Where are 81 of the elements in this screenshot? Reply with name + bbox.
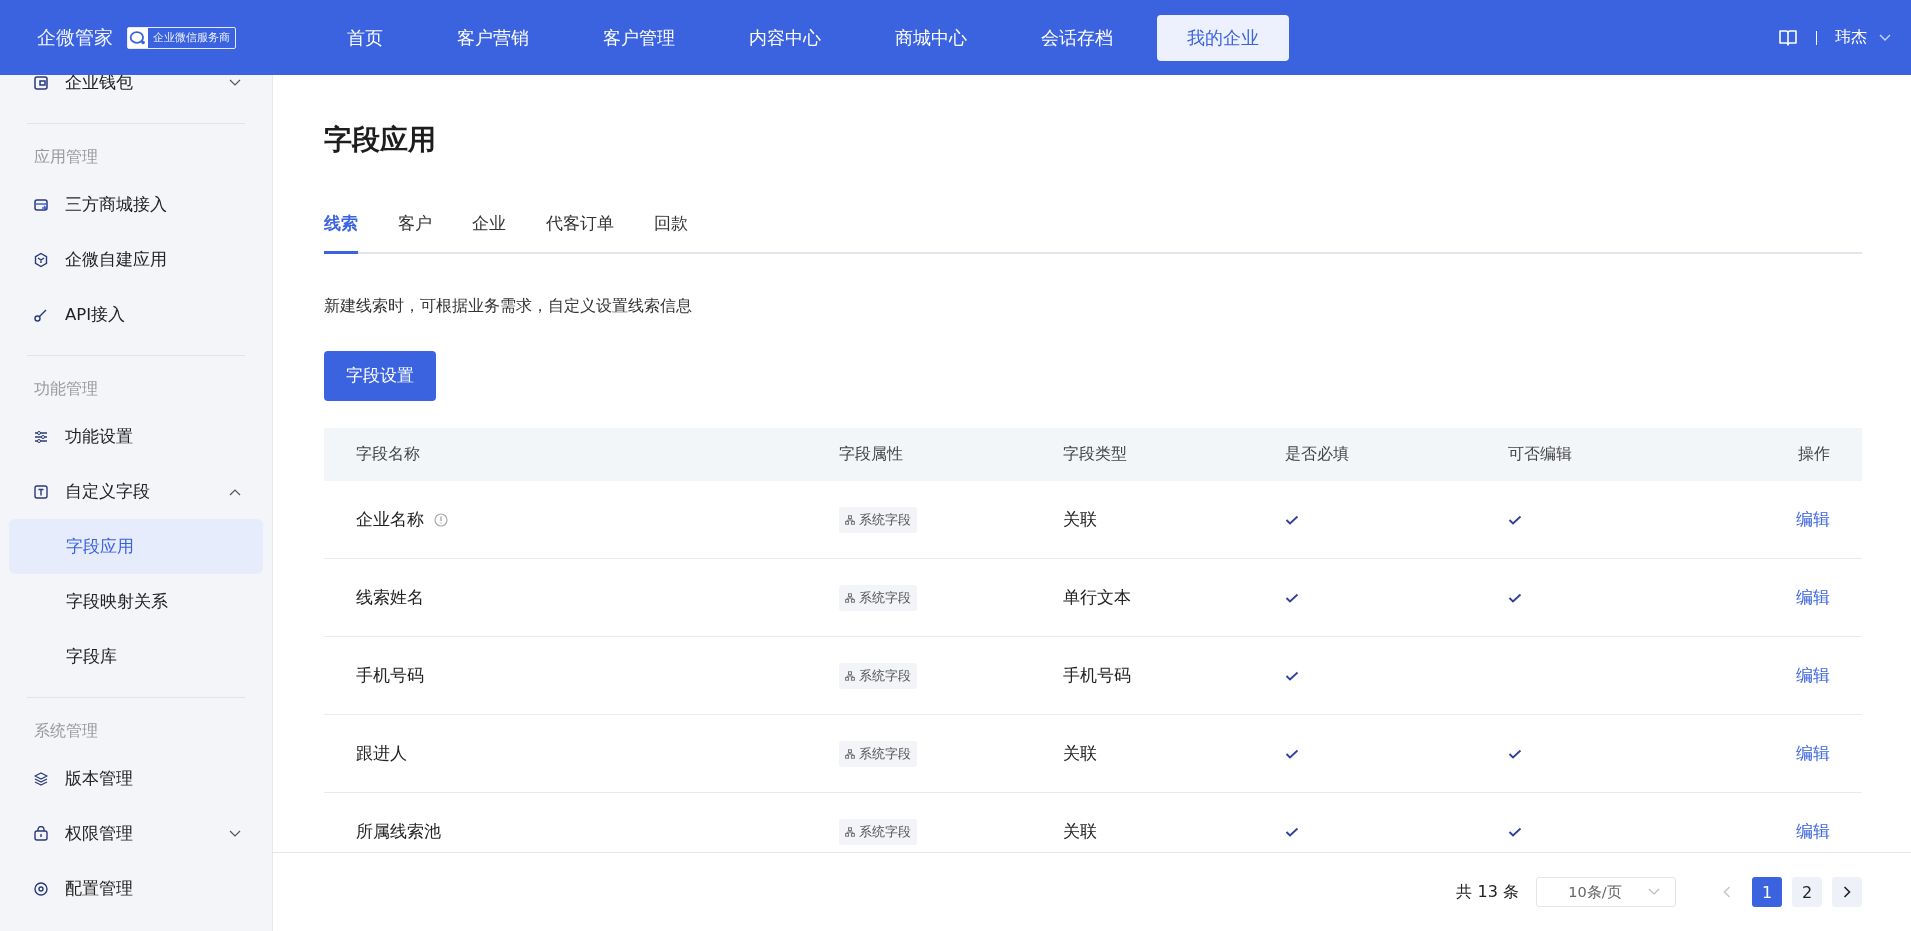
tab[interactable]: 客户 — [398, 206, 432, 255]
column-header: 字段属性 — [839, 444, 904, 466]
chevron-left-icon — [1723, 886, 1731, 898]
sidebar-item[interactable]: 配置管理 — [0, 861, 272, 916]
edit-link[interactable]: 编辑 — [1796, 508, 1830, 532]
table-cell: 跟进人 — [356, 742, 407, 765]
edit-link[interactable]: 编辑 — [1796, 820, 1830, 844]
column-header: 操作 — [1798, 444, 1830, 466]
total-count: 共 13 条 — [1456, 881, 1519, 903]
caret-icon — [1647, 888, 1660, 896]
text-box-icon — [33, 483, 49, 500]
info-icon[interactable] — [434, 512, 448, 527]
table-cell: 关联 — [1063, 742, 1097, 765]
table-cell: 单行文本 — [1063, 586, 1131, 609]
edit-link[interactable]: 编辑 — [1796, 664, 1830, 688]
section-heading: 系统管理 — [33, 719, 99, 742]
page-button[interactable]: 1 — [1752, 877, 1782, 907]
edit-link[interactable]: 编辑 — [1796, 586, 1830, 610]
hierarchy-icon — [845, 748, 855, 759]
tab[interactable]: 线索 — [324, 206, 358, 255]
section-heading: 功能管理 — [33, 377, 99, 400]
section-heading: 应用管理 — [33, 145, 99, 168]
sidebar-item[interactable]: API接入 — [0, 287, 272, 342]
field-settings-button[interactable]: 字段设置 — [324, 351, 436, 402]
user-menu[interactable]: 玮杰 — [1835, 27, 1867, 48]
tab[interactable]: 代客订单 — [546, 206, 614, 255]
nav-tab[interactable]: 内容中心 — [725, 14, 845, 61]
sidebar-subitem[interactable]: 字段库 — [9, 629, 263, 684]
nav-tab[interactable]: 首页 — [323, 14, 407, 61]
system-field-tag: 系统字段 — [839, 818, 917, 845]
brand-name: 企微管家 — [37, 24, 113, 50]
hierarchy-icon — [845, 826, 855, 837]
sidebar-item[interactable]: 三方商城接入 — [0, 177, 272, 232]
column-header: 可否编辑 — [1508, 444, 1573, 466]
page-button[interactable]: 2 — [1792, 877, 1822, 907]
system-field-tag: 系统字段 — [839, 662, 917, 689]
book-icon[interactable] — [1778, 28, 1798, 47]
nav-tab[interactable]: 客户营销 — [433, 14, 553, 61]
sliders-icon — [33, 428, 49, 445]
table-cell: 线索姓名 — [356, 586, 424, 609]
column-header: 字段类型 — [1063, 444, 1128, 466]
hierarchy-icon — [845, 592, 855, 603]
table-cell: 关联 — [1063, 508, 1097, 531]
table-cell: 手机号码 — [356, 664, 424, 687]
provider-badge: 企业微信服务商 — [127, 26, 236, 49]
layers-icon — [33, 770, 49, 787]
page-size-select[interactable]: 10条/页 — [1536, 877, 1676, 907]
table-cell: 手机号码 — [1063, 664, 1131, 687]
column-header: 是否必填 — [1285, 444, 1350, 466]
hierarchy-icon — [845, 514, 855, 525]
sidebar-item[interactable]: 权限管理 — [0, 806, 272, 861]
wallet-icon — [33, 75, 49, 91]
sidebar-item[interactable]: 自定义字段 — [0, 464, 272, 519]
chat-icon — [128, 27, 148, 48]
nav-tab[interactable]: 会话存档 — [1017, 14, 1137, 61]
tab[interactable]: 企业 — [472, 206, 506, 255]
tab[interactable]: 回款 — [654, 206, 688, 255]
sidebar-subitem[interactable]: 字段映射关系 — [9, 574, 263, 629]
sidebar-item[interactable]: 版本管理 — [0, 751, 272, 806]
hierarchy-icon — [845, 670, 855, 681]
table-cell: 企业名称 — [356, 508, 424, 531]
column-header: 字段名称 — [356, 444, 421, 466]
next-page-button[interactable] — [1832, 877, 1862, 907]
system-field-tag: 系统字段 — [839, 584, 917, 611]
table-cell: 关联 — [1063, 820, 1097, 843]
page-title: 字段应用 — [324, 122, 437, 158]
cube-icon — [33, 251, 49, 268]
sidebar-item[interactable]: 企微自建应用 — [0, 232, 272, 287]
system-field-tag: 系统字段 — [839, 506, 917, 533]
nav-tab[interactable]: 客户管理 — [579, 14, 699, 61]
table-cell: 所属线索池 — [356, 820, 441, 843]
nav-tab[interactable]: 商城中心 — [871, 14, 991, 61]
lock-icon — [33, 825, 49, 842]
sidebar-subitem[interactable]: 字段应用 — [9, 519, 263, 574]
description-text: 新建线索时，可根据业务需求，自定义设置线索信息 — [324, 296, 693, 318]
caret-icon[interactable] — [1879, 33, 1891, 42]
sidebar-item[interactable]: 功能设置 — [0, 409, 272, 464]
nav-tab[interactable]: 我的企业 — [1157, 14, 1289, 61]
system-field-tag: 系统字段 — [839, 740, 917, 767]
chevron-right-icon — [1843, 886, 1851, 898]
edit-link[interactable]: 编辑 — [1796, 742, 1830, 766]
